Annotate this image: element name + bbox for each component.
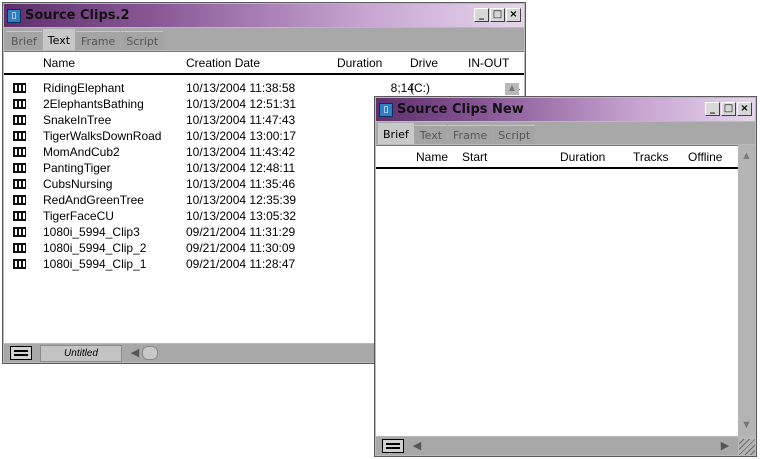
clip-icon <box>13 115 26 125</box>
clip-icon <box>13 99 26 109</box>
window-title: Source Clips.2 <box>25 8 130 23</box>
scroll-up-arrow[interactable]: ▲ <box>505 83 519 95</box>
resize-grip[interactable] <box>739 439 755 455</box>
tab-frame[interactable]: Frame <box>76 31 121 50</box>
clip-list: Name Start Duration Tracks Offline <box>376 145 738 436</box>
creation-date: 10/13/2004 11:38:58 <box>186 81 296 95</box>
clip-name: TigerWalksDownRoad <box>43 129 162 143</box>
bin-icon: ▯ <box>379 102 393 117</box>
tab-script[interactable]: Script <box>493 125 536 144</box>
column-header-row: Name Creation Date Duration Drive IN-OUT <box>4 52 524 75</box>
clip-name: TigerFaceCU <box>43 209 114 223</box>
column-header-name[interactable]: Name <box>416 150 448 164</box>
creation-date: 10/13/2004 11:43:42 <box>186 145 296 159</box>
creation-date: 10/13/2004 11:47:43 <box>186 113 296 127</box>
column-header-in-out[interactable]: IN-OUT <box>468 56 509 70</box>
table-row[interactable]: RidingElephant 10/13/2004 11:38:58 8;14 (C:… <box>4 80 524 96</box>
view-tabs: Brief Text Frame Script <box>376 122 755 144</box>
clip-icon <box>13 195 26 205</box>
status-bar: ◀ ▶ <box>376 437 738 455</box>
drive: (C:) <box>410 81 430 95</box>
tab-text[interactable]: Text <box>414 125 448 144</box>
column-header-name[interactable]: Name <box>43 56 75 70</box>
clip-name: CubsNursing <box>43 177 113 191</box>
scroll-left-arrow[interactable]: ◀ <box>128 346 142 360</box>
title-bar[interactable]: ▯ Source Clips.2 _ □ × <box>4 4 524 27</box>
scroll-right-arrow[interactable]: ▶ <box>718 439 732 453</box>
column-header-tracks[interactable]: Tracks <box>633 150 669 164</box>
title-bar[interactable]: ▯ Source Clips New _ □ × <box>376 98 755 121</box>
creation-date: 09/21/2004 11:30:09 <box>186 241 296 255</box>
maximize-button[interactable]: □ <box>721 102 736 116</box>
window-title: Source Clips New <box>397 102 524 117</box>
column-header-creation-date[interactable]: Creation Date <box>186 56 260 70</box>
creation-date: 09/21/2004 11:28:47 <box>186 257 296 271</box>
clip-icon <box>13 179 26 189</box>
clip-name: 2ElephantsBathing <box>43 97 144 111</box>
column-header-offline[interactable]: Offline <box>688 150 722 164</box>
column-header-row: Name Start Duration Tracks Offline <box>376 146 738 169</box>
minimize-button[interactable]: _ <box>474 8 489 22</box>
tab-script[interactable]: Script <box>121 31 164 50</box>
clip-icon <box>13 83 26 93</box>
clip-name: 1080i_5994_Clip_1 <box>43 257 147 271</box>
vertical-scrollbar[interactable]: ▲ ▼ <box>738 145 755 436</box>
creation-date: 10/13/2004 11:35:46 <box>186 177 296 191</box>
close-button[interactable]: × <box>737 102 752 116</box>
fast-menu-button[interactable] <box>382 439 404 453</box>
minimize-button[interactable]: _ <box>705 102 720 116</box>
clip-icon <box>13 163 26 173</box>
column-header-drive[interactable]: Drive <box>410 56 438 70</box>
column-header-duration[interactable]: Duration <box>337 56 382 70</box>
clip-icon <box>13 211 26 221</box>
column-header-duration[interactable]: Duration <box>560 150 605 164</box>
clip-name: SnakeInTree <box>43 113 112 127</box>
maximize-button[interactable]: □ <box>490 8 505 22</box>
clip-name: RedAndGreenTree <box>43 193 144 207</box>
creation-date: 09/21/2004 11:31:29 <box>186 225 296 239</box>
bin-icon: ▯ <box>7 8 21 23</box>
clip-name: PantingTiger <box>43 161 111 175</box>
clip-name: MomAndCub2 <box>43 145 120 159</box>
creation-date: 10/13/2004 13:00:17 <box>186 129 297 143</box>
creation-date: 10/13/2004 12:51:31 <box>186 97 297 111</box>
clip-icon <box>13 259 26 269</box>
scroll-up-arrow[interactable]: ▲ <box>738 149 755 163</box>
clip-name: RidingElephant <box>43 81 125 95</box>
creation-date: 10/13/2004 12:35:39 <box>186 193 297 207</box>
scroll-down-arrow[interactable]: ▼ <box>738 418 755 432</box>
clip-icon <box>13 131 26 141</box>
fast-menu-button[interactable] <box>10 346 32 360</box>
bin-window-source-clips-new[interactable]: ▯ Source Clips New _ □ × Brief Text Fram… <box>374 96 757 457</box>
tab-brief[interactable]: Brief <box>6 31 42 50</box>
scroll-left-arrow[interactable]: ◀ <box>410 439 424 453</box>
clip-icon <box>13 243 26 253</box>
tab-text[interactable]: Text <box>42 29 76 50</box>
clip-icon <box>13 227 26 237</box>
creation-date: 10/13/2004 12:48:11 <box>186 161 296 175</box>
tab-frame[interactable]: Frame <box>448 125 493 144</box>
tab-brief[interactable]: Brief <box>378 123 414 144</box>
close-button[interactable]: × <box>506 8 521 22</box>
creation-date: 10/13/2004 13:05:32 <box>186 209 297 223</box>
clip-name: 1080i_5994_Clip3 <box>43 225 140 239</box>
column-header-start[interactable]: Start <box>462 150 487 164</box>
scroll-thumb[interactable] <box>142 346 158 360</box>
untitled-label: Untitled <box>40 344 122 362</box>
view-tabs: Brief Text Frame Script <box>4 28 524 50</box>
clip-icon <box>13 147 26 157</box>
clip-name: 1080i_5994_Clip_2 <box>43 241 147 255</box>
